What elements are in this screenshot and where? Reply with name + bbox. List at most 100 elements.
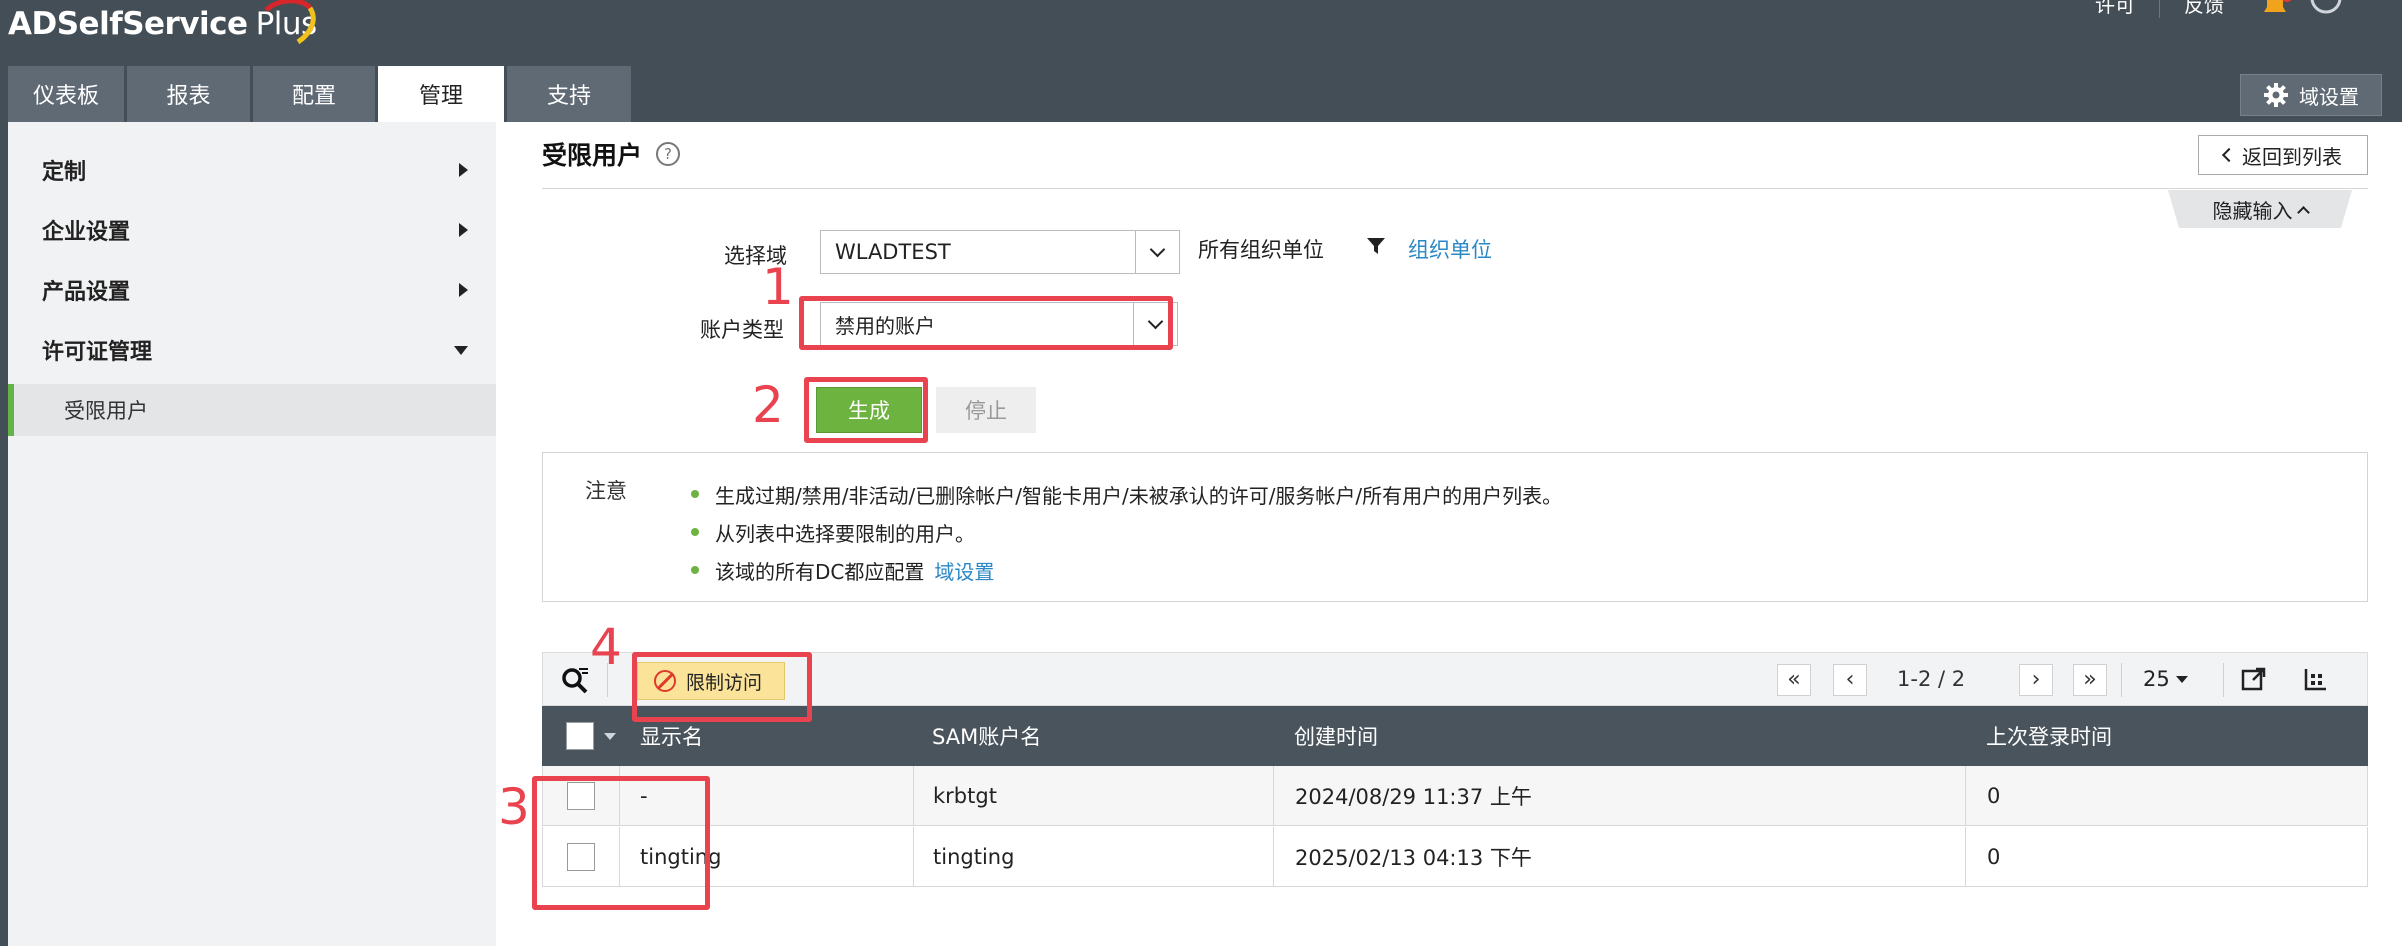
chevron-right-icon — [459, 223, 468, 237]
sidebar-item-label: 定制 — [42, 160, 87, 185]
dropdown-arrow — [1135, 231, 1179, 273]
column-divider — [1273, 766, 1274, 826]
table-row[interactable]: - krbtgt 2024/08/29 11:37 上午 0 — [542, 766, 2368, 826]
back-to-list-button[interactable]: 返回到列表 — [2198, 135, 2368, 175]
note-item: 生成过期/禁用/非活动/已删除帐户/智能卡用户/未被承认的许可/服务帐户/所有用… — [691, 475, 1562, 513]
tab-admin[interactable]: 管理 — [378, 66, 504, 122]
note-list: 生成过期/禁用/非活动/已删除帐户/智能卡用户/未被承认的许可/服务帐户/所有用… — [691, 475, 1562, 589]
cell-sam: tingting — [933, 845, 1015, 869]
note-item-text: 生成过期/禁用/非活动/已删除帐户/智能卡用户/未被承认的许可/服务帐户/所有用… — [715, 483, 1563, 508]
table-header: 显示名 SAM账户名 创建时间 上次登录时间 — [542, 706, 2368, 766]
tab-support[interactable]: 支持 — [507, 66, 631, 122]
main-nav: 仪表板 报表 配置 管理 支持 — [8, 66, 634, 122]
notification-bell-icon[interactable] — [2258, 0, 2292, 18]
annotation-number-2: 2 — [752, 376, 784, 434]
column-divider — [913, 827, 914, 887]
ou-link[interactable]: 组织单位 — [1408, 234, 1492, 264]
app-header: ADSelfService Plus 许可 反馈 仪表板 报表 配置 管理 支持 — [0, 0, 2402, 122]
domain-settings-link[interactable]: 域设置 — [934, 556, 994, 585]
domain-settings-button[interactable]: 域设置 — [2240, 74, 2382, 116]
annotation-number-1: 1 — [762, 258, 794, 316]
chevron-up-icon — [2296, 205, 2310, 219]
sidebar-item-product-settings[interactable]: 产品设置 — [42, 270, 468, 310]
sidebar-item-label: 许可证管理 — [42, 340, 153, 365]
logo-main-text: ADSelfService — [8, 6, 248, 42]
title-divider — [542, 188, 2368, 189]
toolbar-divider — [2121, 663, 2122, 697]
help-icon[interactable]: ? — [656, 142, 681, 166]
note-item-text: 从列表中选择要限制的用户。 — [715, 521, 975, 546]
annotation-box-3 — [532, 776, 710, 910]
next-page-button[interactable]: › — [2019, 664, 2053, 696]
sidebar-item-enterprise-settings[interactable]: 企业设置 — [42, 210, 468, 250]
cell-created: 2024/08/29 11:37 上午 — [1295, 785, 1532, 809]
tab-configuration[interactable]: 配置 — [253, 66, 375, 122]
column-divider — [913, 766, 914, 826]
page-title-text: 受限用户 — [542, 141, 643, 170]
column-created-time[interactable]: 创建时间 — [1294, 706, 1378, 766]
note-item: 该域的所有DC都应配置 域设置 — [691, 551, 1562, 589]
first-page-button[interactable]: « — [1777, 664, 1811, 696]
sidebar-subitem-restricted-users[interactable]: 受限用户 — [8, 384, 496, 436]
annotation-box-1 — [799, 296, 1173, 350]
license-link[interactable]: 许可 — [2071, 0, 2159, 18]
feedback-link[interactable]: 反馈 — [2159, 0, 2248, 18]
note-box: 注意 生成过期/禁用/非活动/已删除帐户/智能卡用户/未被承认的许可/服务帐户/… — [542, 452, 2368, 602]
column-sam-account[interactable]: SAM账户名 — [932, 706, 1041, 766]
annotation-box-2 — [804, 377, 928, 443]
prev-page-button[interactable]: ‹ — [1833, 664, 1867, 696]
note-item: 从列表中选择要限制的用户。 — [691, 513, 1562, 551]
column-divider — [1965, 766, 1966, 826]
sidebar-item-label: 产品设置 — [42, 280, 131, 305]
last-page-button[interactable]: » — [2073, 664, 2107, 696]
export-icon[interactable] — [2241, 666, 2267, 692]
caret-down-icon — [2175, 675, 2188, 683]
domain-settings-label: 域设置 — [2299, 84, 2359, 109]
top-links: 许可 反馈 — [2071, 0, 2354, 18]
toolbar-divider — [2223, 663, 2224, 697]
cell-created: 2025/02/13 04:13 下午 — [1295, 846, 1532, 870]
domain-select[interactable]: WLADTEST — [820, 230, 1180, 274]
hide-input-label: 隐藏输入 — [2212, 198, 2293, 223]
bullet-icon — [691, 490, 699, 498]
per-page-select[interactable]: 25 — [2143, 667, 2188, 691]
search-icon[interactable] — [561, 665, 591, 695]
select-all-control[interactable] — [566, 706, 616, 766]
chevron-down-icon — [454, 345, 468, 355]
note-item-text: 该域的所有DC都应配置 — [715, 559, 925, 584]
caret-down-icon[interactable] — [604, 732, 616, 740]
bullet-icon — [691, 566, 699, 574]
chevron-down-icon — [1149, 241, 1166, 257]
per-page-value: 25 — [2143, 667, 2170, 691]
table-row[interactable]: tingting tingting 2025/02/13 04:13 下午 0 — [542, 827, 2368, 887]
select-all-checkbox[interactable] — [566, 722, 594, 750]
hide-input-toggle[interactable]: 隐藏输入 — [2168, 190, 2352, 228]
column-divider — [1273, 827, 1274, 887]
bullet-icon — [691, 528, 699, 536]
cell-sam: krbtgt — [933, 784, 997, 808]
column-divider — [1965, 827, 1966, 887]
app-logo[interactable]: ADSelfService Plus — [8, 0, 317, 45]
chevron-right-icon — [459, 283, 468, 297]
cell-last-logon: 0 — [1987, 845, 2001, 869]
account-type-label: 账户类型 — [700, 318, 784, 342]
annotation-box-4 — [632, 652, 812, 722]
sidebar-item-license-management[interactable]: 许可证管理 — [42, 330, 468, 370]
sidebar-item-customize[interactable]: 定制 — [42, 150, 468, 190]
logo-swoosh-icon — [264, 0, 316, 45]
column-last-logon[interactable]: 上次登录时间 — [1986, 706, 2112, 766]
tab-reports[interactable]: 报表 — [127, 66, 250, 122]
chevron-left-icon — [2221, 147, 2237, 163]
page-title: 受限用户 ? — [542, 136, 681, 172]
table-toolbar: 限制访问 « ‹ 1-2 / 2 › » 25 — [542, 652, 2368, 706]
stop-button[interactable]: 停止 — [936, 387, 1036, 433]
ou-label: 所有组织单位 — [1198, 238, 1324, 262]
domain-select-value: WLADTEST — [835, 240, 951, 264]
tab-dashboard[interactable]: 仪表板 — [8, 66, 124, 122]
note-label: 注意 — [585, 479, 627, 503]
column-chooser-icon[interactable] — [2303, 666, 2329, 692]
back-to-list-label: 返回到列表 — [2242, 144, 2342, 169]
sidebar: 定制 企业设置 产品设置 许可证管理 受限用户 — [0, 122, 496, 946]
filter-icon[interactable] — [1366, 236, 1386, 256]
user-avatar-icon[interactable] — [2310, 0, 2354, 18]
